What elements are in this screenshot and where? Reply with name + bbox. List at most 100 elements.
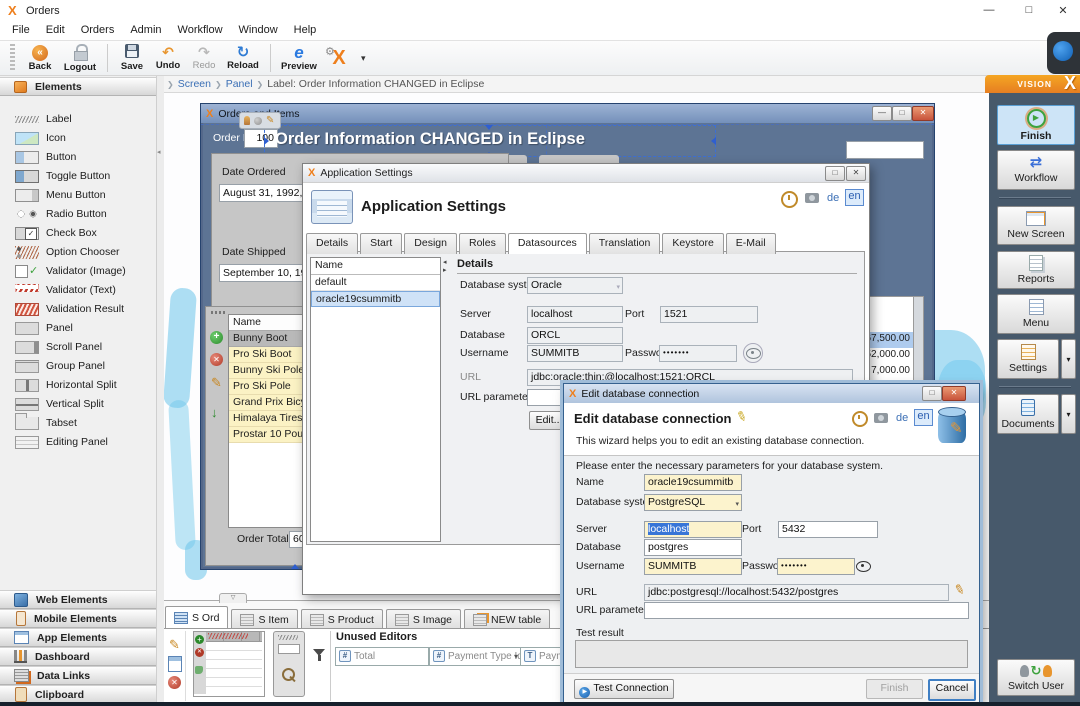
mobile-elements-header[interactable]: Mobile Elements xyxy=(0,609,156,628)
name-field[interactable]: oracle19csummitb xyxy=(644,474,742,491)
visionx-dropdown-arrow[interactable]: ▾ xyxy=(361,53,366,64)
tab-details[interactable]: Details xyxy=(306,233,358,254)
show-password-button[interactable] xyxy=(743,343,763,363)
panel-collapse-tab[interactable]: ▽ xyxy=(219,593,247,603)
lang-de-button[interactable]: de xyxy=(827,192,839,204)
url-field[interactable]: jdbc:postgresql://localhost:5432/postgre… xyxy=(644,584,949,601)
selection-handle[interactable] xyxy=(711,137,716,145)
unused-editor-payment-type[interactable]: #Payment Type Id ▾ xyxy=(429,647,521,666)
password-field[interactable]: ••••••• xyxy=(659,345,737,362)
edit-tool-icon[interactable]: ✎ xyxy=(266,115,274,126)
app-settings-titlebar[interactable]: X Application Settings □ ✕ xyxy=(303,164,869,183)
settings-dropdown-button[interactable]: ▾ xyxy=(1061,339,1076,379)
element-item-validator-text[interactable]: Validator (Text) xyxy=(0,281,156,300)
tab-new-table[interactable]: NEW table xyxy=(464,609,550,629)
username-field[interactable]: SUMMITB xyxy=(527,345,623,362)
element-item-scroll-panel[interactable]: Scroll Panel xyxy=(0,338,156,357)
element-item-group-panel[interactable]: Group Panel xyxy=(0,357,156,376)
tab-keystore[interactable]: Keystore xyxy=(662,233,723,254)
tab-datasources[interactable]: Datasources xyxy=(508,233,587,254)
database-system-select[interactable]: Oracle ▾ xyxy=(527,277,623,294)
element-item-tabset[interactable]: Tabset xyxy=(0,414,156,433)
list-item-selected[interactable]: oracle19csummitb xyxy=(311,291,440,307)
delete-row-icon[interactable]: ✕ xyxy=(210,353,223,366)
list-item[interactable]: default xyxy=(311,275,440,291)
style-tool-icon[interactable] xyxy=(244,116,250,125)
undo-button[interactable]: ↶ Undo xyxy=(150,45,186,71)
finish-screen-button[interactable]: ▶ Finish xyxy=(997,105,1075,145)
data-links-header[interactable]: Data Links xyxy=(0,666,156,685)
reports-button[interactable]: Reports xyxy=(997,251,1075,289)
element-item-validator-image[interactable]: ✓ Validator (Image) xyxy=(0,262,156,281)
orders-heading[interactable]: Order Information CHANGED in Eclipse xyxy=(275,130,585,149)
server-field[interactable]: localhost xyxy=(644,521,742,538)
editor-preview[interactable] xyxy=(273,631,305,697)
history-clock-icon[interactable] xyxy=(781,191,798,208)
notebook-icon[interactable] xyxy=(168,656,182,672)
element-item-label[interactable]: Label xyxy=(0,110,156,129)
edit-dialog-titlebar[interactable]: X Edit database connection □ ✕ xyxy=(564,384,979,403)
app-elements-header[interactable]: App Elements xyxy=(0,628,156,647)
password-field[interactable]: ••••••• xyxy=(777,558,855,575)
show-password-button[interactable] xyxy=(856,561,871,572)
database-field[interactable]: postgres xyxy=(644,539,742,556)
lang-en-button[interactable]: en xyxy=(914,409,933,426)
window-bottom-handle[interactable] xyxy=(291,564,299,569)
dialog-maximize-button[interactable]: □ xyxy=(825,166,845,181)
element-item-vertical-split[interactable]: Vertical Split xyxy=(0,395,156,414)
cancel-button[interactable]: Cancel xyxy=(928,679,976,701)
menu-file[interactable]: File xyxy=(4,22,38,40)
dashboard-header[interactable]: Dashboard xyxy=(0,647,156,666)
edit-mode-icon[interactable]: ✎ xyxy=(169,637,180,653)
window-maximize-button[interactable]: □ xyxy=(892,106,912,121)
element-item-validation-result[interactable]: Validation Result xyxy=(0,300,156,319)
drag-handle-icon[interactable] xyxy=(211,311,225,314)
menu-help[interactable]: Help xyxy=(286,22,325,40)
back-button[interactable]: « Back xyxy=(21,45,59,72)
minimize-button[interactable]: — xyxy=(972,4,1006,16)
tab-start[interactable]: Start xyxy=(360,233,402,254)
settings-button[interactable]: Settings xyxy=(997,339,1059,379)
element-item-horizontal-split[interactable]: Horizontal Split xyxy=(0,376,156,395)
unused-editor-total[interactable]: #Total xyxy=(335,647,429,666)
add-row-icon[interactable]: + xyxy=(210,331,223,344)
menu-orders[interactable]: Orders xyxy=(73,22,123,40)
remove-icon[interactable]: ✕ xyxy=(168,676,181,689)
logout-button[interactable]: Logout xyxy=(59,44,101,73)
port-field[interactable]: 1521 xyxy=(660,306,758,323)
splitter-expand-icon[interactable]: ▸ xyxy=(443,266,447,274)
toolbar-grip[interactable] xyxy=(10,44,15,72)
element-item-option-chooser[interactable]: Option Chooser xyxy=(0,243,156,262)
menu-edit[interactable]: Edit xyxy=(38,22,73,40)
floating-widget[interactable] xyxy=(1047,32,1080,74)
orders-window-titlebar[interactable]: X Orders and Items — □ ✕ xyxy=(201,104,934,123)
visionx-tool-button[interactable]: X ⚙ xyxy=(321,47,357,70)
switch-user-button[interactable]: ↻ Switch User xyxy=(997,659,1075,696)
lang-en-button[interactable]: en xyxy=(845,189,864,206)
history-clock-icon[interactable] xyxy=(852,411,868,427)
element-item-icon[interactable]: Icon xyxy=(0,129,156,148)
tab-s-product[interactable]: S Product xyxy=(301,609,383,629)
screenshot-icon[interactable] xyxy=(874,413,888,423)
edit-row-icon[interactable]: ✎ xyxy=(211,375,222,391)
breadcrumb-panel[interactable]: Panel xyxy=(226,78,253,90)
element-item-button[interactable]: Button xyxy=(0,148,156,167)
splitter-collapse-icon[interactable]: ◂ xyxy=(443,258,447,266)
menu-button[interactable]: Menu xyxy=(997,294,1075,334)
web-elements-header[interactable]: Web Elements xyxy=(0,590,156,609)
element-item-menu-button[interactable]: Menu Button xyxy=(0,186,156,205)
reload-button[interactable]: ↻ Reload xyxy=(222,46,264,71)
selection-handle[interactable] xyxy=(264,137,269,145)
elements-panel-header[interactable]: Elements xyxy=(0,77,156,96)
test-connection-button[interactable]: ▶Test Connection xyxy=(574,679,674,699)
menu-workflow[interactable]: Workflow xyxy=(170,22,231,40)
dialog-maximize-button[interactable]: □ xyxy=(922,386,942,401)
breadcrumb-screen[interactable]: Screen xyxy=(178,78,211,90)
tab-roles[interactable]: Roles xyxy=(459,233,506,254)
database-field[interactable]: ORCL xyxy=(527,327,623,344)
save-button[interactable]: Save xyxy=(114,44,150,72)
element-item-check-box[interactable]: ✓ Check Box xyxy=(0,224,156,243)
element-item-radio-button[interactable]: Radio Button xyxy=(0,205,156,224)
tab-design[interactable]: Design xyxy=(404,233,457,254)
element-item-panel[interactable]: Panel xyxy=(0,319,156,338)
